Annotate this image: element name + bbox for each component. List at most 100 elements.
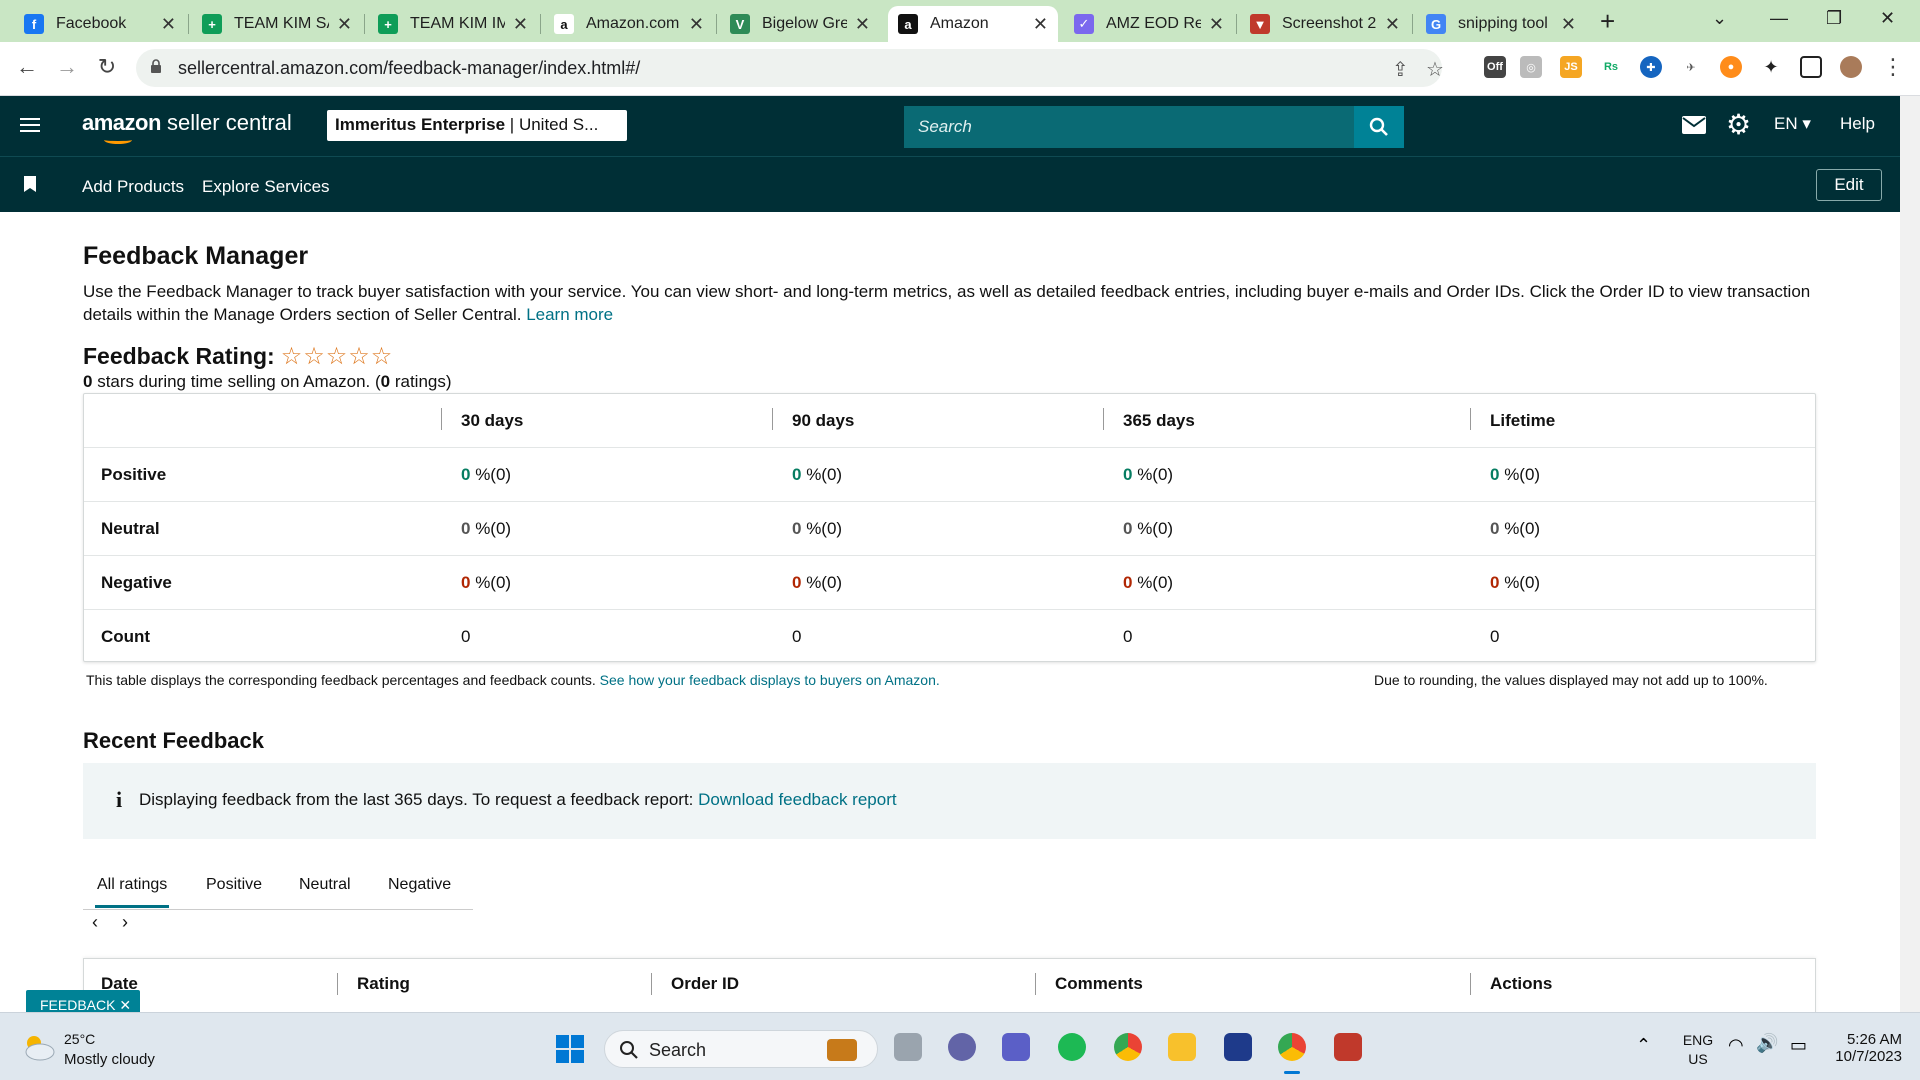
tab-separator (188, 14, 189, 34)
help-link[interactable]: Help (1840, 114, 1875, 134)
close-tab-icon[interactable]: ✕ (1385, 14, 1400, 35)
table-cell: 0 %(0) (461, 448, 511, 502)
taskview-icon[interactable] (894, 1033, 922, 1061)
nav-add-products[interactable]: Add Products (82, 177, 184, 197)
hamburger-menu-icon[interactable] (20, 114, 40, 136)
browser-tab[interactable]: a Amazon ✕ (888, 6, 1058, 42)
copilot-icon[interactable] (1002, 1033, 1030, 1061)
column-header[interactable]: Rating (357, 969, 410, 999)
buyer-display-link[interactable]: See how your feedback displays to buyers… (600, 672, 940, 688)
tab-all-ratings[interactable]: All ratings (94, 876, 170, 908)
profile-avatar[interactable] (1840, 56, 1862, 78)
browser-tab[interactable]: f Facebook ✕ (14, 6, 186, 42)
back-icon[interactable]: ← (12, 54, 42, 80)
tab-title: Bigelow Gree (762, 15, 847, 32)
wifi-icon[interactable]: ◠ (1728, 1035, 1744, 1056)
browser-tab[interactable]: ▼ Screenshot 2 ✕ (1240, 6, 1410, 42)
new-tab-button[interactable]: + (1600, 6, 1615, 37)
weather-temperature[interactable]: 25°C (64, 1031, 95, 1047)
rating-text-end: ratings) (390, 372, 452, 391)
address-bar-row: ← → ↻ sellercentral.amazon.com/feedback-… (0, 42, 1920, 96)
extension-helium-icon[interactable]: ✚ (1640, 56, 1662, 78)
download-report-link[interactable]: Download feedback report (698, 790, 896, 809)
browser-tab[interactable]: a Amazon.com ✕ (544, 6, 714, 42)
tab-positive[interactable]: Positive (206, 876, 262, 894)
spotify-icon[interactable] (1058, 1033, 1086, 1061)
next-page-icon[interactable]: › (122, 912, 128, 933)
nav-explore-services[interactable]: Explore Services (202, 177, 330, 197)
close-tab-icon[interactable]: ✕ (1561, 14, 1576, 35)
bookmark-icon[interactable] (24, 176, 36, 192)
extension-off-icon[interactable]: Off (1484, 56, 1506, 78)
close-tab-icon[interactable]: ✕ (1033, 14, 1048, 35)
windows-start-icon[interactable] (556, 1035, 584, 1063)
close-tab-icon[interactable]: ✕ (1209, 14, 1224, 35)
logo-brand: amazon (82, 110, 161, 135)
taskbar-search[interactable]: Search (604, 1030, 878, 1068)
close-window-icon[interactable]: ✕ (1880, 8, 1895, 29)
tray-overflow-icon[interactable]: ⌃ (1636, 1035, 1651, 1056)
extension-orange-icon[interactable]: ● (1720, 56, 1742, 78)
weather-description[interactable]: Mostly cloudy (64, 1051, 155, 1068)
close-tab-icon[interactable]: ✕ (689, 14, 704, 35)
tab-negative[interactable]: Negative (388, 876, 451, 894)
close-tab-icon[interactable]: ✕ (337, 14, 352, 35)
column-header[interactable]: Order ID (671, 969, 739, 999)
forward-icon[interactable]: → (52, 54, 82, 80)
browser-tab[interactable]: + TEAM KIM SA ✕ (192, 6, 362, 42)
column-header[interactable]: Comments (1055, 969, 1143, 999)
extension-icon[interactable]: ◎ (1520, 56, 1542, 78)
language-selector[interactable]: EN ▾ (1774, 114, 1811, 134)
url-text: sellercentral.amazon.com/feedback-manage… (178, 58, 641, 78)
column-header[interactable]: Actions (1490, 969, 1552, 999)
page-scrollbar[interactable] (1900, 96, 1920, 1012)
close-tab-icon[interactable]: ✕ (161, 14, 176, 35)
meet-icon[interactable] (948, 1033, 976, 1061)
volume-icon[interactable]: 🔊 (1756, 1033, 1778, 1054)
dev-icon[interactable] (1224, 1033, 1252, 1061)
chrome-active-icon[interactable] (1278, 1033, 1306, 1061)
side-panel-icon[interactable] (1800, 56, 1822, 78)
reload-icon[interactable]: ↻ (92, 54, 122, 80)
omnibox[interactable]: sellercentral.amazon.com/feedback-manage… (136, 49, 1444, 87)
extension-plane-icon[interactable]: ✈ (1680, 56, 1702, 78)
language-bottom: US (1688, 1051, 1708, 1067)
file-explorer-icon[interactable] (1168, 1033, 1196, 1061)
edit-nav-button[interactable]: Edit (1816, 169, 1882, 201)
sheets-icon: + (378, 14, 398, 34)
tab-title: AMZ EOD Re (1106, 15, 1201, 32)
mail-icon[interactable] (1682, 116, 1706, 134)
browser-tab[interactable]: + TEAM KIM IM ✕ (368, 6, 538, 42)
row-label: Neutral (101, 519, 160, 538)
chrome-icon[interactable] (1114, 1033, 1142, 1061)
clock[interactable]: 5:26 AM 10/7/2023 (1826, 1031, 1902, 1065)
settings-gear-icon[interactable]: ⚙ (1726, 108, 1751, 141)
browser-menu-icon[interactable]: ⋮ (1878, 54, 1908, 80)
account-region: United S... (518, 115, 599, 134)
tab-neutral[interactable]: Neutral (299, 876, 351, 894)
seller-central-logo[interactable]: amazon seller central (82, 110, 292, 144)
share-icon[interactable]: ⇪ (1392, 57, 1409, 82)
search-button[interactable] (1354, 106, 1404, 148)
extension-js-icon[interactable]: JS (1560, 56, 1582, 78)
seller-search-input[interactable] (904, 106, 1354, 148)
bookmark-star-icon[interactable]: ☆ (1426, 57, 1444, 82)
browser-tab[interactable]: V Bigelow Gree ✕ (720, 6, 880, 42)
tab-search-icon[interactable]: ⌄ (1712, 8, 1727, 29)
input-language[interactable]: ENG US (1680, 1031, 1716, 1069)
snipping-tool-icon[interactable] (1334, 1033, 1362, 1061)
close-tab-icon[interactable]: ✕ (855, 14, 870, 35)
extension-rs-icon[interactable]: Rs (1600, 56, 1622, 78)
browser-tab[interactable]: ✓ AMZ EOD Re ✕ (1064, 6, 1234, 42)
close-tab-icon[interactable]: ✕ (513, 14, 528, 35)
maximize-icon[interactable]: ❐ (1826, 8, 1842, 29)
rating-filter-tabs: All ratings Positive Neutral Negative (83, 860, 473, 910)
battery-icon[interactable]: ▭ (1790, 1035, 1807, 1056)
feedback-manager-page: Feedback Manager Use the Feedback Manage… (0, 212, 1900, 1018)
learn-more-link[interactable]: Learn more (526, 305, 613, 324)
prev-page-icon[interactable]: ‹ (92, 912, 98, 933)
account-switcher[interactable]: Immeritus Enterprise | United S... (327, 110, 627, 141)
browser-tab[interactable]: Gsnipping tool ✕ (1416, 6, 1586, 42)
minimize-icon[interactable]: — (1770, 8, 1788, 29)
extensions-puzzle-icon[interactable]: ✦ (1760, 56, 1782, 78)
